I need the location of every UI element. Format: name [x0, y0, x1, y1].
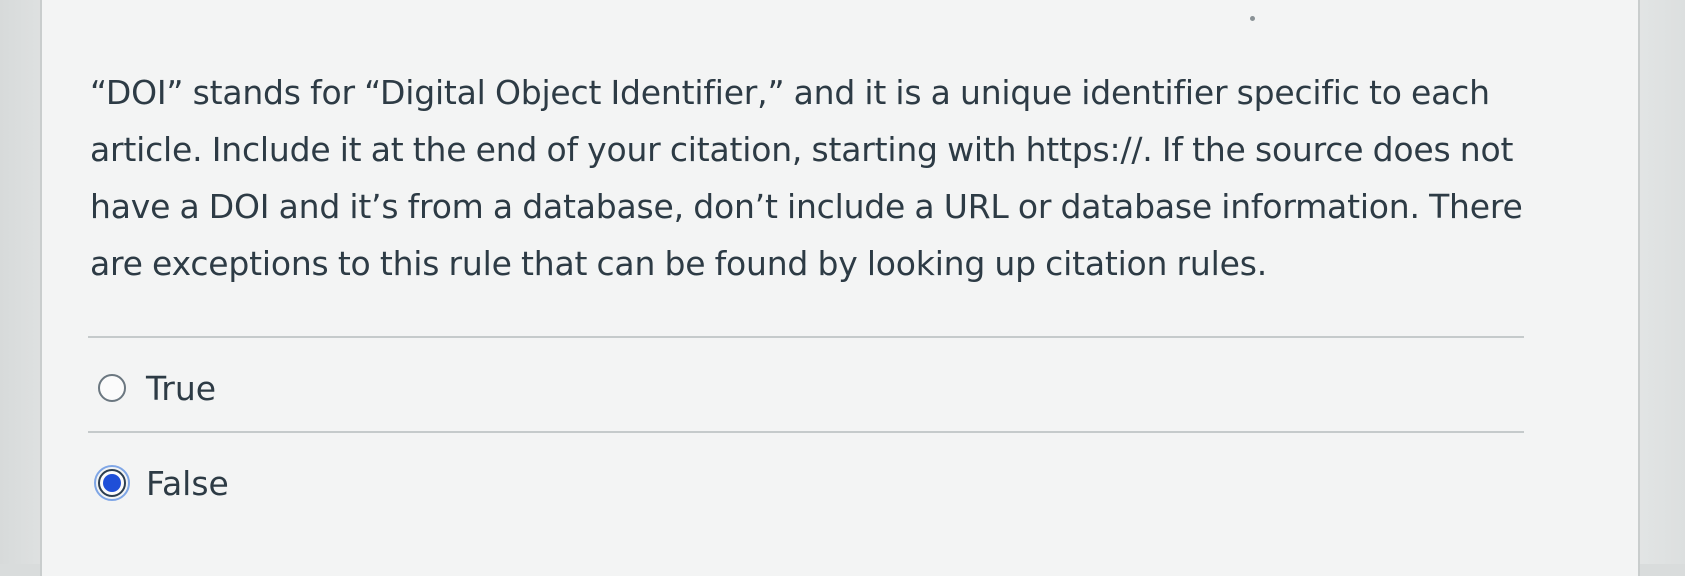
answer-option-false[interactable]: False [94, 461, 229, 505]
answer-divider [88, 336, 1524, 338]
answer-label-false: False [146, 463, 229, 503]
question-text: “DOI” stands for “Digital Object Identif… [90, 73, 1523, 283]
stray-dot-mark [1250, 16, 1255, 21]
radio-checked-icon[interactable] [94, 465, 130, 501]
answer-label-true: True [146, 368, 217, 408]
answer-option-true[interactable]: True [98, 366, 216, 410]
radio-unchecked-icon[interactable] [98, 374, 126, 402]
answer-divider [88, 431, 1524, 433]
